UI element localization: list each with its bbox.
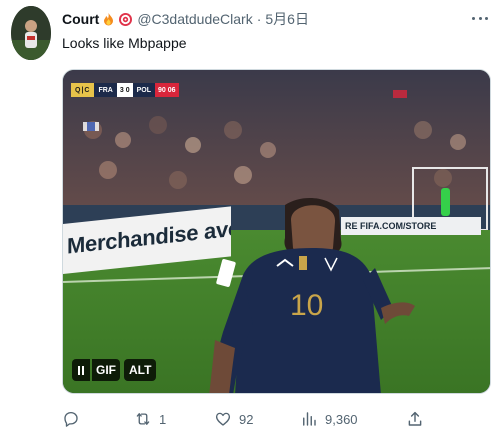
gif-media[interactable]: 10 Q|C FRA 3 0 POL 90 06 Merchandise avo…: [62, 69, 491, 394]
views-icon: [303, 412, 316, 426]
separator-dot: ·: [256, 11, 262, 27]
tweet[interactable]: Court @C3datdudeClark · 5月6日 Looks like …: [0, 0, 500, 440]
retweet-count: 1: [159, 411, 167, 427]
retweet-button[interactable]: 1: [134, 408, 166, 430]
tweet-text: Looks like Mbpappe: [62, 35, 187, 51]
media-badges: GIF ALT: [72, 359, 157, 381]
more-options-icon[interactable]: [470, 11, 490, 25]
alt-text-button[interactable]: ALT: [124, 359, 157, 381]
share-button[interactable]: [406, 408, 424, 430]
retweet-icon: [136, 413, 150, 425]
display-name[interactable]: Court: [62, 11, 99, 27]
gif-badge: GIF: [92, 359, 120, 381]
scorebug: Q|C FRA 3 0 POL 90 06: [71, 83, 179, 97]
scorebug-logo: Q|C: [71, 83, 95, 97]
tweet-header: Court @C3datdudeClark · 5月6日: [62, 9, 309, 29]
fire-emoji-icon: [101, 12, 116, 27]
views-button[interactable]: 9,360: [300, 408, 358, 430]
tweet-date[interactable]: 5月6日: [265, 9, 309, 29]
tweet-actions: 1 92 9,360: [62, 408, 492, 430]
heart-icon: [215, 412, 231, 426]
avatar[interactable]: [11, 6, 51, 60]
ad-board-right: RE FIFA.COM/STORE: [341, 217, 481, 235]
svg-text:10: 10: [290, 289, 323, 322]
ad-board-text: Merchandise avo: [67, 215, 231, 259]
like-count: 92: [239, 411, 254, 427]
target-emoji-icon: [118, 12, 133, 27]
avatar-image: [11, 6, 51, 60]
pause-button[interactable]: [72, 359, 90, 381]
reply-button[interactable]: [62, 408, 87, 430]
views-count: 9,360: [325, 411, 358, 427]
scorebug-team-left: FRA: [94, 83, 117, 97]
scorebug-time: 90 06: [154, 83, 179, 97]
like-button[interactable]: 92: [214, 408, 253, 430]
share-icon: [408, 411, 422, 426]
scorebug-score: 3 0: [116, 83, 133, 97]
reply-icon: [64, 411, 78, 427]
scorebug-team-right: POL: [132, 83, 155, 97]
user-handle[interactable]: @C3datdudeClark: [137, 11, 252, 27]
